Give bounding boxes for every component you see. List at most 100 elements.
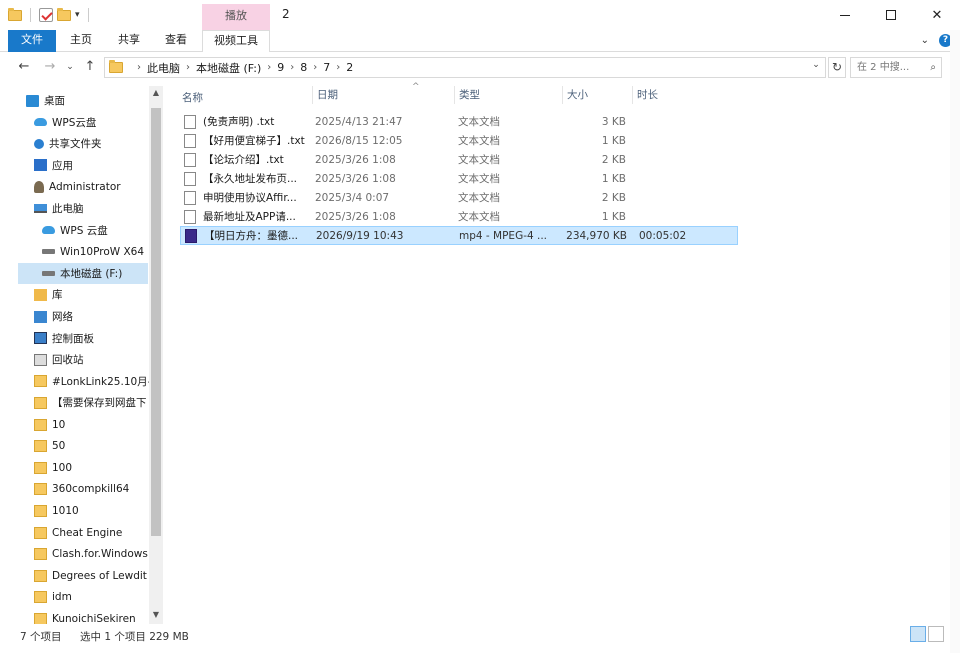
nav-item[interactable]: 应用 xyxy=(18,155,148,176)
nav-item[interactable]: 共享文件夹 xyxy=(18,133,148,154)
nav-item[interactable]: Administrator xyxy=(18,176,148,197)
ribbon-tabs: 文件 主页 共享 查看 视频工具 ⌄ ? xyxy=(0,30,960,52)
nav-item[interactable]: Degrees of Lewdit xyxy=(18,565,148,586)
file-duration: 00:05:02 xyxy=(639,229,687,242)
tab-file[interactable]: 文件 xyxy=(8,30,56,52)
search-placeholder: 在 2 中搜... xyxy=(857,62,910,73)
nav-item[interactable]: 1010 xyxy=(18,500,148,521)
nav-item-label: Win10ProW X64 xyxy=(60,245,145,258)
nav-item[interactable]: WPS 云盘 xyxy=(18,220,148,241)
nav-item-label: 本地磁盘 (F:) xyxy=(60,267,123,280)
folder-icon xyxy=(34,396,47,409)
address-bar[interactable]: › 此电脑 › 本地磁盘 (F:) › 9 › 8 › 7 › 2 ⌄ xyxy=(104,57,826,78)
folder-icon xyxy=(34,569,47,582)
file-row[interactable]: 申明使用协议Affir... 2025/3/4 0:07 文本文档 2 KB xyxy=(180,188,738,207)
column-header-type[interactable]: 类型 xyxy=(454,86,480,104)
nav-item[interactable]: WPS云盘 xyxy=(18,112,148,133)
close-button[interactable]: ✕ xyxy=(914,0,960,30)
folder-icon xyxy=(34,591,47,604)
scrollbar-thumb[interactable] xyxy=(151,108,161,536)
text-file-icon xyxy=(184,209,196,224)
file-row[interactable]: 【永久地址发布页... 2025/3/26 1:08 文本文档 1 KB xyxy=(180,169,738,188)
nav-item[interactable]: 此电脑 xyxy=(18,198,148,219)
properties-icon[interactable] xyxy=(39,8,53,22)
maximize-button[interactable] xyxy=(868,0,914,30)
column-header-duration[interactable]: 时长 xyxy=(632,86,658,104)
breadcrumb-9[interactable]: 9 xyxy=(277,61,284,74)
nav-item[interactable]: 本地磁盘 (F:) xyxy=(18,262,148,284)
forward-button[interactable]: → xyxy=(42,58,58,76)
search-input[interactable]: 在 2 中搜... ⌕ xyxy=(850,57,942,78)
breadcrumb-this-pc[interactable]: 此电脑 xyxy=(147,60,180,76)
column-headers: ^ 名称 日期 类型 大小 时长 xyxy=(172,82,742,108)
file-row[interactable]: 【论坛介绍】.txt 2025/3/26 1:08 文本文档 2 KB xyxy=(180,150,738,169)
nav-item[interactable]: 网络 xyxy=(18,306,148,327)
file-date: 2025/3/4 0:07 xyxy=(315,191,390,204)
nav-item-label: KunoichiSekiren xyxy=(52,612,136,624)
ribbon-right-controls: ⌄ ? xyxy=(921,34,952,47)
large-icons-view-button[interactable] xyxy=(928,626,944,642)
nav-item[interactable]: 【需要保存到网盘下 xyxy=(18,392,148,413)
nav-item[interactable]: 10 xyxy=(18,414,148,435)
chevron-down-icon[interactable]: ⌄ xyxy=(921,35,929,46)
file-date: 2025/3/26 1:08 xyxy=(315,172,396,185)
tab-view[interactable]: 查看 xyxy=(165,30,187,52)
details-view-button[interactable] xyxy=(910,626,926,642)
nav-item[interactable]: 控制面板 xyxy=(18,328,148,349)
breadcrumb-2[interactable]: 2 xyxy=(346,61,353,74)
desktop-icon xyxy=(26,94,39,107)
nav-item[interactable]: 库 xyxy=(18,284,148,305)
file-date: 2025/3/26 1:08 xyxy=(315,210,396,223)
nav-item[interactable]: 360compkill64 xyxy=(18,479,148,500)
refresh-button[interactable]: ↻ xyxy=(828,57,846,78)
column-header-size[interactable]: 大小 xyxy=(562,86,588,104)
window-title: 2 xyxy=(282,7,290,21)
nav-item-label: 共享文件夹 xyxy=(49,138,102,151)
nav-item[interactable]: KunoichiSekiren xyxy=(18,608,148,624)
recent-locations-button[interactable]: ⌄ xyxy=(62,58,78,76)
file-row[interactable]: 【好用便宜梯子】.txt 2026/8/15 12:05 文本文档 1 KB xyxy=(180,131,738,150)
nav-item-label: Cheat Engine xyxy=(52,526,123,539)
nav-item[interactable]: #LonkLink25.10月- xyxy=(18,371,151,392)
nav-scrollbar[interactable]: ▲ ▼ xyxy=(149,86,163,624)
chevron-right-icon: › xyxy=(186,62,190,73)
breadcrumb-8[interactable]: 8 xyxy=(300,61,307,74)
nav-item[interactable]: idm xyxy=(18,587,148,608)
folder-icon xyxy=(34,483,47,496)
folder-icon xyxy=(34,375,47,388)
nav-item[interactable]: 桌面 xyxy=(18,90,148,111)
recycle-bin-icon xyxy=(34,353,47,366)
file-date: 2025/4/13 21:47 xyxy=(315,115,403,128)
text-file-icon xyxy=(184,152,196,167)
folder-icon xyxy=(34,526,47,539)
breadcrumb-7[interactable]: 7 xyxy=(323,61,330,74)
nav-item[interactable]: 100 xyxy=(18,457,148,478)
nav-item[interactable]: 50 xyxy=(18,436,148,457)
file-row[interactable]: 最新地址及APP请... 2025/3/26 1:08 文本文档 1 KB xyxy=(180,207,738,226)
scroll-up-icon[interactable]: ▲ xyxy=(149,88,163,100)
new-folder-icon[interactable] xyxy=(57,7,71,21)
tab-video-tools[interactable]: 视频工具 xyxy=(202,30,270,52)
chevron-down-icon[interactable]: ⌄ xyxy=(809,60,823,70)
minimize-button[interactable] xyxy=(822,0,868,30)
nav-item[interactable]: Win10ProW X64 xyxy=(18,241,148,262)
column-header-date[interactable]: 日期 xyxy=(312,86,338,104)
cloud-icon xyxy=(34,118,47,127)
share-icon xyxy=(34,138,44,149)
up-button[interactable]: ↑ xyxy=(82,58,98,76)
back-button[interactable]: ← xyxy=(16,58,32,76)
chevron-down-icon[interactable]: ▾ xyxy=(75,10,80,20)
title-bar: ▾ 播放 2 ✕ xyxy=(0,0,960,30)
nav-item[interactable]: Cheat Engine xyxy=(18,522,148,543)
nav-item[interactable]: Clash.for.Windows xyxy=(18,544,148,565)
column-header-name[interactable]: 名称 xyxy=(182,90,203,105)
file-row[interactable]: (免责声明) .txt 2025/4/13 21:47 文本文档 3 KB xyxy=(180,112,738,131)
tab-home[interactable]: 主页 xyxy=(70,30,92,52)
scroll-down-icon[interactable]: ▼ xyxy=(149,610,163,622)
nav-item[interactable]: 回收站 xyxy=(18,349,148,370)
breadcrumb-drive-f[interactable]: 本地磁盘 (F:) xyxy=(196,60,261,76)
refresh-icon: ↻ xyxy=(831,60,843,74)
pc-icon xyxy=(34,204,47,213)
tab-share[interactable]: 共享 xyxy=(118,30,140,52)
file-row[interactable]: 【明日方舟：墨德... 2026/9/19 10:43 mp4 - MPEG-4 .… xyxy=(180,226,738,245)
